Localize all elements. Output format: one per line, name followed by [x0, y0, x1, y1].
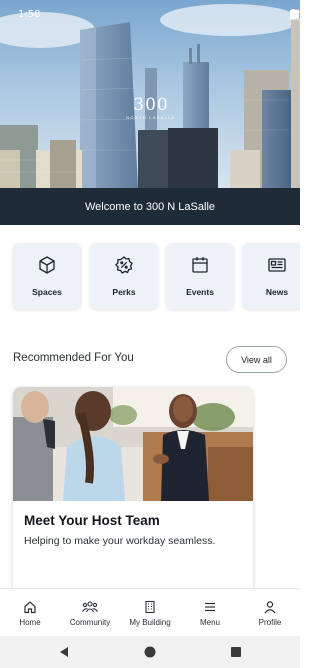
- welcome-text: Welcome to 300 N LaSalle: [84, 200, 216, 213]
- card-photo: [13, 387, 253, 501]
- nav-label: Home: [19, 618, 41, 627]
- back-icon[interactable]: [58, 646, 70, 658]
- cube-icon: [39, 256, 55, 274]
- home-icon: [24, 601, 36, 614]
- calendar-icon: [192, 257, 208, 273]
- quick-link-label: Spaces: [32, 287, 62, 297]
- nav-label: Community: [69, 618, 111, 627]
- community-icon: [82, 601, 98, 613]
- quick-links-carousel[interactable]: Spaces Perks Events News: [0, 225, 300, 325]
- card-title: Meet Your Host Team: [24, 513, 160, 528]
- status-time: 1:58: [18, 9, 41, 20]
- nav-label: My Building: [129, 618, 171, 627]
- nav-label: Profile: [258, 618, 282, 627]
- menu-icon: [205, 602, 215, 612]
- view-all-button[interactable]: View all: [226, 346, 287, 373]
- recents-icon[interactable]: [230, 646, 242, 658]
- recommended-card[interactable]: Meet Your Host Team Helping to make your…: [13, 387, 253, 597]
- nav-home[interactable]: Home: [0, 589, 60, 636]
- building-icon: [145, 600, 155, 614]
- nav-profile[interactable]: Profile: [240, 589, 300, 636]
- home-circle-icon[interactable]: [144, 646, 156, 658]
- bottom-navigation: Home Community My Building Menu Profile: [0, 588, 300, 636]
- skyline-illustration: [0, 4, 300, 188]
- card-subtitle: Helping to make your workday seamless.: [24, 535, 216, 547]
- quick-link-news[interactable]: News: [243, 243, 300, 309]
- logo-number: 300: [133, 95, 169, 115]
- quick-link-label: News: [265, 287, 289, 297]
- quick-link-perks[interactable]: Perks: [90, 243, 158, 309]
- nav-menu[interactable]: Menu: [180, 589, 240, 636]
- nav-community[interactable]: Community: [60, 589, 120, 636]
- quick-link-label: Perks: [112, 287, 136, 297]
- battery-icon: [290, 9, 296, 19]
- nav-my-building[interactable]: My Building: [120, 589, 180, 636]
- profile-icon: [264, 601, 276, 614]
- system-navigation-bar: [0, 636, 300, 668]
- section-title: Recommended For You: [13, 352, 134, 364]
- quick-link-spaces[interactable]: Spaces: [13, 243, 81, 309]
- hero-image: 1:58 300 NORTH LASALLE: [0, 0, 300, 188]
- nav-label: Menu: [199, 618, 220, 627]
- quick-link-label: Events: [186, 287, 214, 297]
- building-logo: 300 NORTH LASALLE: [120, 96, 182, 120]
- newspaper-icon: [268, 258, 286, 272]
- quick-link-events[interactable]: Events: [166, 243, 234, 309]
- welcome-banner: Welcome to 300 N LaSalle: [0, 188, 300, 225]
- status-bar: 1:58: [0, 0, 300, 28]
- percent-badge-icon: [115, 256, 133, 274]
- logo-subtitle: NORTH LASALLE: [126, 115, 176, 120]
